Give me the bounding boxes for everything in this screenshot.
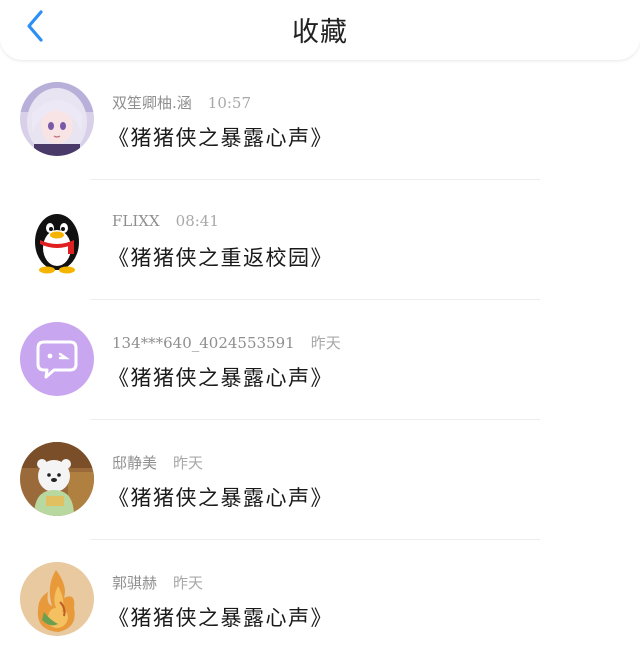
- qq-penguin-avatar[interactable]: [20, 202, 94, 276]
- item-meta: FLIXX 08:41: [112, 212, 219, 230]
- top-nav-bar: 收藏: [0, 0, 640, 60]
- favorite-message[interactable]: 《猪猪侠之重返校园》: [108, 242, 333, 272]
- favorite-message[interactable]: 《猪猪侠之暴露心声》: [108, 122, 333, 152]
- sender-name: 双笙卿柚.涵: [112, 94, 192, 112]
- favorites-page: 收藏 双笙卿柚.涵 10:57 《猪猪侠之暴露心声》 FLIXX 08:41 《…: [0, 0, 640, 654]
- favorite-message[interactable]: 《猪猪侠之暴露心声》: [108, 482, 333, 512]
- sender-name: 郭骐赫: [112, 574, 158, 592]
- list-item[interactable]: 134***640_4024553591 昨天 《猪猪侠之暴露心声》: [0, 300, 640, 420]
- timestamp: 08:41: [175, 212, 219, 230]
- favorite-message[interactable]: 《猪猪侠之暴露心声》: [108, 362, 333, 392]
- favorite-message[interactable]: 《猪猪侠之暴露心声》: [108, 602, 333, 632]
- list-item[interactable]: 双笙卿柚.涵 10:57 《猪猪侠之暴露心声》: [0, 60, 640, 180]
- list-item[interactable]: 郭骐赫 昨天 《猪猪侠之暴露心声》: [0, 540, 640, 654]
- page-title: 收藏: [292, 17, 348, 48]
- timestamp: 昨天: [173, 574, 204, 592]
- chat-bubble-avatar[interactable]: [20, 322, 94, 396]
- list-item[interactable]: FLIXX 08:41 《猪猪侠之重返校园》: [0, 180, 640, 300]
- item-meta: 双笙卿柚.涵 10:57: [112, 92, 251, 113]
- sender-name: 邸静美: [112, 454, 158, 472]
- timestamp: 昨天: [310, 334, 341, 352]
- flame-avatar[interactable]: [20, 562, 94, 636]
- timestamp: 10:57: [207, 94, 252, 112]
- polar-bear-avatar[interactable]: [20, 442, 94, 516]
- sender-name: 134***640_4024553591: [112, 334, 295, 352]
- timestamp: 昨天: [173, 454, 204, 472]
- item-meta: 郭骐赫 昨天: [112, 572, 203, 593]
- item-meta: 邸静美 昨天: [112, 452, 203, 473]
- anime-girl-avatar[interactable]: [20, 82, 94, 156]
- sender-name: FLIXX: [112, 212, 160, 230]
- favorites-list: 双笙卿柚.涵 10:57 《猪猪侠之暴露心声》 FLIXX 08:41 《猪猪侠…: [0, 60, 640, 654]
- item-meta: 134***640_4024553591 昨天: [112, 332, 341, 353]
- list-item[interactable]: 邸静美 昨天 《猪猪侠之暴露心声》: [0, 420, 640, 540]
